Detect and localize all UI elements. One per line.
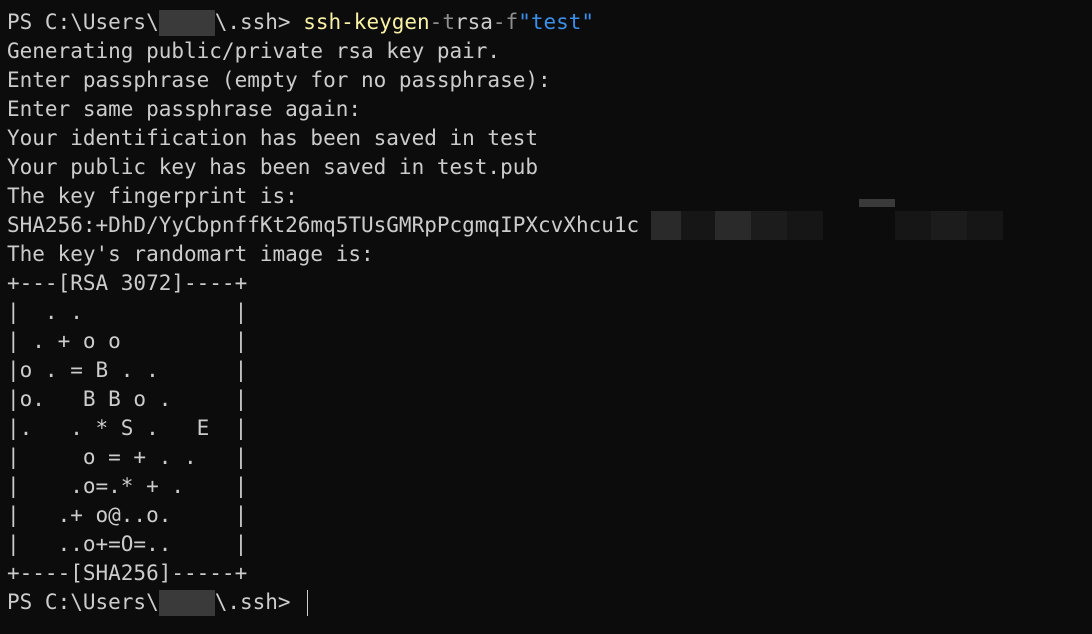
output-line: Generating public/private rsa key pair.: [7, 39, 501, 63]
output-line: The key's randomart image is:: [7, 242, 374, 266]
randomart-line: +---[RSA 3072]----+: [7, 271, 248, 295]
output-line: Enter same passphrase again:: [7, 97, 362, 121]
randomart-line: +----[SHA256]-----+: [7, 561, 248, 585]
prompt-line[interactable]: PS C:\Users\ \.ssh>: [7, 588, 1092, 617]
output-line: Your public key has been saved in test.p…: [7, 155, 539, 179]
randomart-line: | ..o+=O=.. |: [7, 532, 248, 556]
command-flag-t: -t: [429, 10, 455, 34]
command-exe: ssh-keygen: [303, 10, 430, 34]
command-flag-f: -f: [492, 10, 519, 34]
redacted-username: [158, 9, 215, 36]
redacted-username: [158, 589, 215, 616]
randomart-line: | . + o o |: [7, 329, 248, 353]
randomart-line: |o . = B . . |: [7, 358, 248, 382]
terminal-window[interactable]: PS C:\Users\ \.ssh> ssh-keygen -t rsa -f …: [0, 0, 1092, 634]
randomart-image: +---[RSA 3072]----+ | . . | | . + o o | …: [7, 269, 1092, 588]
prompt-prefix: PS C:\Users\: [7, 10, 159, 34]
command-type: rsa: [454, 10, 493, 34]
command-line: PS C:\Users\ \.ssh> ssh-keygen -t rsa -f …: [7, 8, 1092, 37]
randomart-line: | . . |: [7, 300, 248, 324]
fingerprint-text: SHA256:+DhD/YyCbpnffKt26mq5TUsGMRpPcgmqI…: [7, 213, 640, 237]
output-line: The key fingerprint is:: [7, 184, 298, 208]
randomart-line: | .+ o@..o. |: [7, 503, 248, 527]
output-line: Enter passphrase (empty for no passphras…: [7, 68, 551, 92]
fingerprint-line: SHA256:+DhD/YyCbpnffKt26mq5TUsGMRpPcgmqI…: [7, 199, 1092, 240]
randomart-line: |. . * S . E |: [7, 416, 248, 440]
prompt-suffix: \.ssh>: [214, 10, 304, 34]
randomart-line: |o. B B o . |: [7, 387, 248, 411]
prompt-prefix: PS C:\Users\: [7, 590, 159, 614]
prompt-suffix: \.ssh>: [214, 590, 304, 614]
randomart-line: | .o=.* + . |: [7, 474, 248, 498]
redacted-user-host: [651, 199, 1004, 240]
text-cursor: [307, 589, 309, 616]
command-file: "test": [518, 10, 595, 34]
output-line: Your identification has been saved in te…: [7, 126, 539, 150]
randomart-line: | o = + . . |: [7, 445, 248, 469]
